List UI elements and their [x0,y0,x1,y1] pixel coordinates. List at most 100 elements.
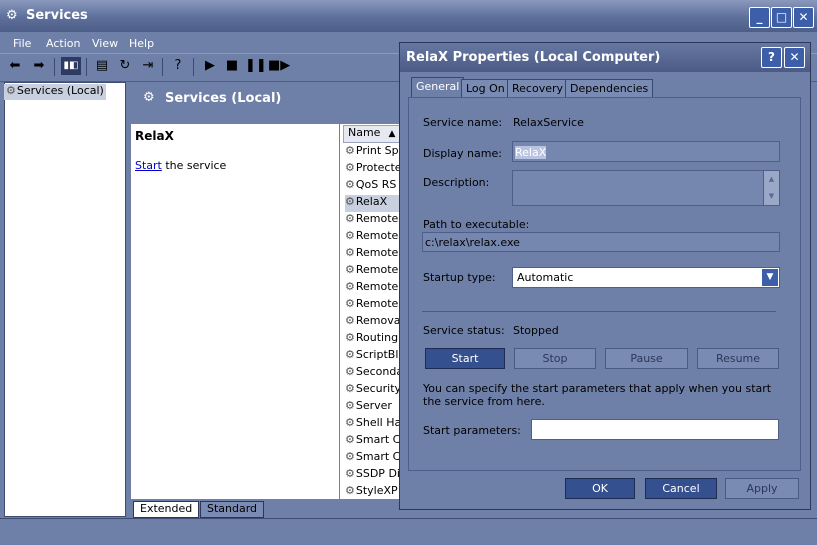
list-item[interactable]: ⚙Remote [345,212,405,229]
startup-type-select[interactable]: Automatic ▼ [512,267,780,288]
tab-dependencies[interactable]: Dependencies [565,79,654,98]
list-item[interactable]: ⚙StyleXP [345,484,405,501]
list-item-label: Remote [355,246,399,259]
description-scrollbar[interactable]: ▲ ▼ [763,171,779,205]
list-item[interactable]: ⚙Server [345,399,405,416]
list-item-label: Remova [355,314,401,327]
service-gear-icon: ⚙ [345,365,355,378]
dialog-close-button[interactable]: ✕ [784,47,805,68]
list-item[interactable]: ⚙RelaX [345,195,405,212]
menu-help[interactable]: Help [129,37,154,50]
service-status-value: Stopped [513,324,559,337]
list-item-label: StyleXP [355,484,398,497]
start-parameters-label: Start parameters: [423,424,521,437]
back-arrow-icon[interactable]: ⬅ [5,57,25,75]
list-item[interactable]: ⚙Seconda [345,365,405,382]
list-item-label: Routing [355,331,399,344]
help-icon[interactable]: ? [168,57,188,75]
list-item[interactable]: ⚙Remote [345,297,405,314]
stop-button[interactable]: Stop [514,348,596,369]
maximize-button[interactable]: □ [771,7,792,28]
service-gear-icon: ⚙ [345,229,355,242]
service-gear-icon: ⚙ [345,416,355,429]
list-item[interactable]: ⚙Routing [345,331,405,348]
resume-button[interactable]: Resume [697,348,779,369]
list-item[interactable]: ⚙Smart C [345,433,405,450]
list-item-label: Smart C [355,450,401,463]
tab-extended[interactable]: Extended [133,501,200,518]
description-field[interactable] [512,170,780,206]
pause-button[interactable]: Pause [605,348,688,369]
services-icon: ⚙ [6,84,16,97]
start-parameters-input[interactable] [531,419,779,440]
services-app-icon: ⚙ [6,8,18,23]
console-tree[interactable] [4,82,126,517]
list-item-label: Remote [355,297,399,310]
pause-service-icon[interactable]: ❚❚ [245,57,267,75]
tab-standard[interactable]: Standard [200,501,265,518]
forward-arrow-icon[interactable]: ➡ [29,57,49,75]
restart-service-icon[interactable]: ■▶ [268,57,290,75]
properties-icon[interactable]: ▤ [92,57,112,75]
list-item[interactable]: ⚙Remova [345,314,405,331]
list-item[interactable]: ⚙ScriptBl [345,348,405,365]
menu-action[interactable]: Action [46,37,80,50]
service-gear-icon: ⚙ [345,178,355,191]
tab-general[interactable]: General [411,77,465,98]
close-button[interactable]: ✕ [793,7,814,28]
list-item-label: Remote [355,229,399,242]
service-gear-icon: ⚙ [345,399,355,412]
column-header-name[interactable]: Name ▲ [343,125,403,143]
export-list-icon[interactable]: ⇥ [138,57,158,75]
menu-view[interactable]: View [92,37,118,50]
list-item[interactable]: ⚙Protecte [345,161,405,178]
list-item-label: Print Sp [355,144,399,157]
list-item[interactable]: ⚙Remote [345,229,405,246]
service-gear-icon: ⚙ [345,382,355,395]
tab-log-on[interactable]: Log On [461,79,510,98]
title-bar[interactable] [0,0,817,32]
dialog-help-button[interactable]: ? [761,47,782,68]
list-item[interactable]: ⚙Print Sp [345,144,405,161]
list-item-label: Remote [355,212,399,225]
service-gear-icon: ⚙ [345,484,355,497]
show-hide-tree-icon[interactable]: ▮◧ [61,57,81,75]
menu-file[interactable]: File [13,37,31,50]
tab-recovery[interactable]: Recovery [507,79,569,98]
stop-service-icon[interactable]: ■ [222,57,242,75]
service-gear-icon: ⚙ [345,433,355,446]
toolbar-separator [193,58,194,76]
status-bar [0,518,817,545]
startup-type-value: Automatic [517,271,574,284]
service-gear-icon: ⚙ [345,212,355,225]
service-gear-icon: ⚙ [345,144,355,157]
list-item-label: Remote [355,263,399,276]
list-item[interactable]: ⚙SSDP Di [345,467,405,484]
apply-button[interactable]: Apply [725,478,799,499]
cancel-button[interactable]: Cancel [645,478,717,499]
list-item[interactable]: ⚙Remote [345,246,405,263]
start-service-icon[interactable]: ▶ [200,57,220,75]
list-item[interactable]: ⚙Shell Ha [345,416,405,433]
list-item[interactable]: ⚙Smart C [345,450,405,467]
display-name-field[interactable]: RelaX [512,141,780,162]
start-button[interactable]: Start [425,348,505,369]
list-item-label: Shell Ha [355,416,402,429]
service-name-value: RelaxService [513,116,584,129]
list-item[interactable]: ⚙Security [345,382,405,399]
refresh-icon[interactable]: ↻ [115,57,135,75]
ok-button[interactable]: OK [565,478,635,499]
list-item[interactable]: ⚙Remote [345,263,405,280]
toolbar-separator [86,58,87,76]
list-item[interactable]: ⚙QoS RS [345,178,405,195]
list-item[interactable]: ⚙Remote [345,280,405,297]
service-gear-icon: ⚙ [345,314,355,327]
tree-item-services-local[interactable]: ⚙Services (Local) [4,84,106,100]
service-gear-icon: ⚙ [345,263,355,276]
list-item-label: Remote [355,280,399,293]
description-label: Description: [423,176,490,189]
list-item-label: SSDP Di [355,467,400,480]
start-service-link[interactable]: Start [135,159,162,172]
chevron-down-icon[interactable]: ▼ [762,269,778,286]
minimize-button[interactable]: _ [749,7,770,28]
